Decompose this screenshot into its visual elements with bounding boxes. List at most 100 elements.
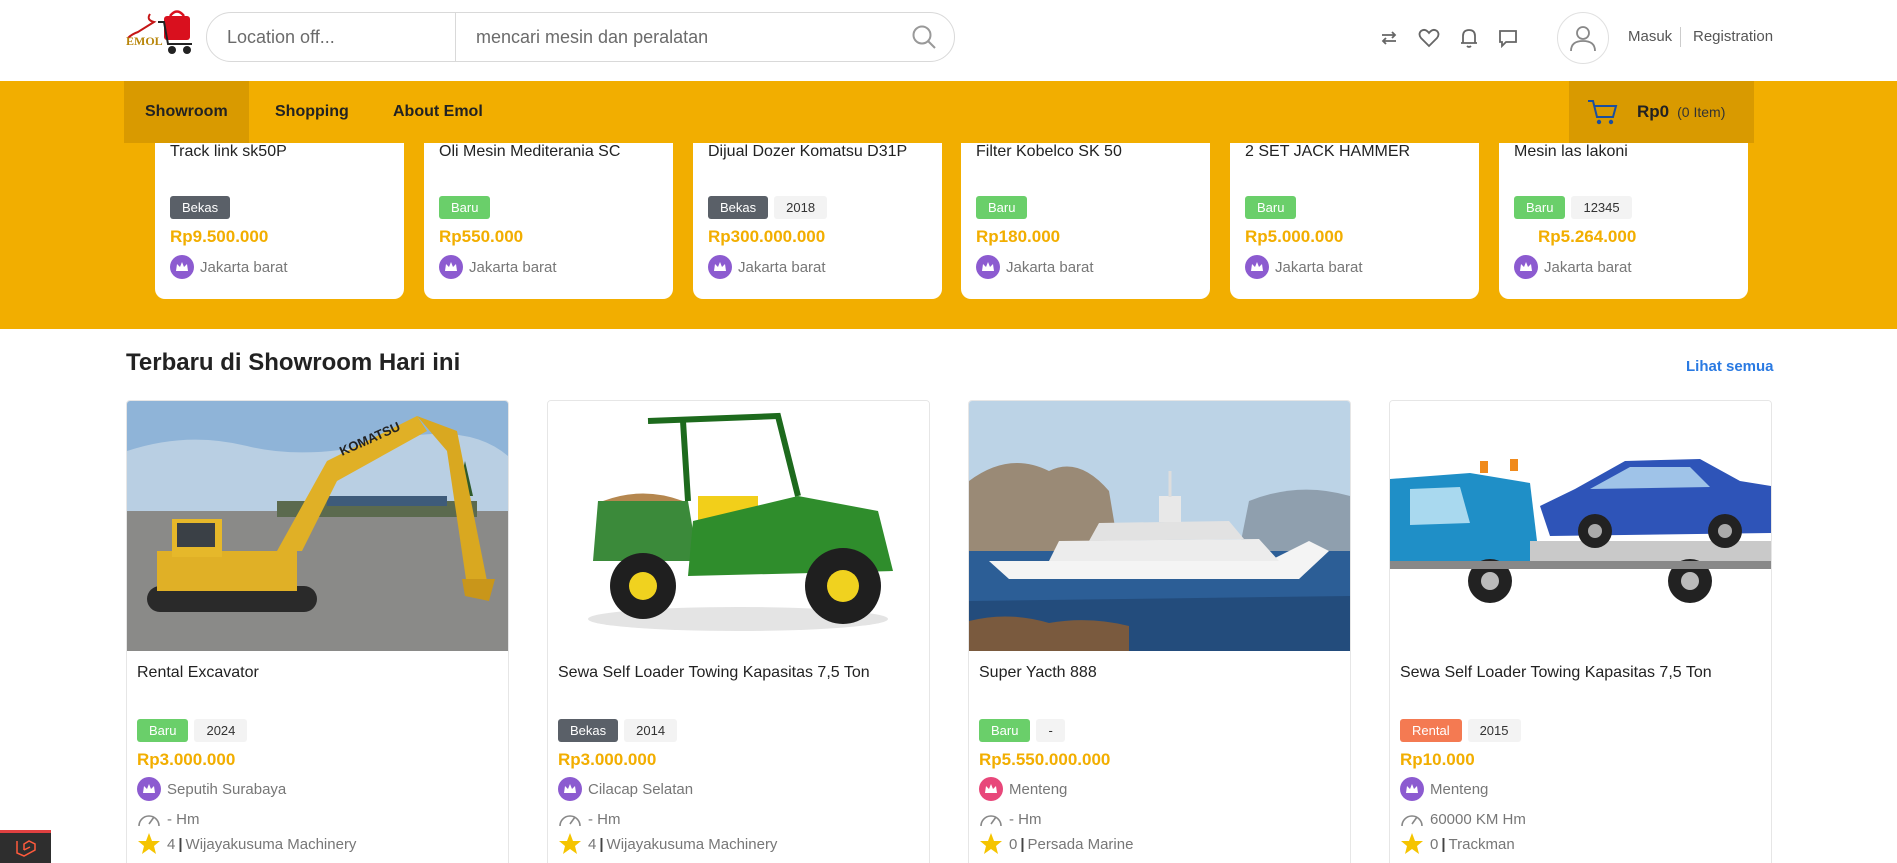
search-button[interactable] <box>894 13 954 61</box>
product-price: Rp3.000.000 <box>137 750 236 769</box>
featured-location: Jakarta barat <box>170 255 288 279</box>
featured-badges: Bekas <box>170 196 231 219</box>
product-title: Rental Excavator <box>137 664 259 681</box>
featured-location: Jakarta barat <box>976 255 1094 279</box>
compare-icon <box>1381 31 1397 45</box>
condition-badge: Bekas <box>170 196 231 219</box>
rating-label: 4 <box>167 835 176 853</box>
featured-badges: Baru <box>439 196 491 219</box>
product-title: Sewa Self Loader Towing Kapasitas 7,5 To… <box>1400 664 1712 681</box>
condition-badge: Baru <box>1245 196 1297 219</box>
cart-total: Rp0 <box>1637 102 1670 121</box>
product-seller: 4 | Wijayakusuma Machinery <box>558 832 777 856</box>
year-badge: 2015 <box>1467 719 1521 742</box>
product-location: Menteng <box>1400 777 1488 801</box>
product-hours: - Hm <box>558 807 621 831</box>
product-image-yacht <box>969 401 1350 651</box>
cart-count: (0 Item) <box>1677 104 1726 120</box>
location-label: Jakarta barat <box>1275 258 1363 276</box>
featured-badges: Baru 12345 <box>1514 196 1632 219</box>
condition-badge: Bekas <box>558 719 619 742</box>
year-badge: 2014 <box>624 719 678 742</box>
auth-divider <box>1680 27 1681 47</box>
condition-badge: Baru <box>976 196 1028 219</box>
cart-button[interactable]: Rp0 (0 Item) <box>1569 81 1754 143</box>
notification-button[interactable] <box>1456 25 1482 51</box>
seller-name[interactable]: Wijayakusuma Machinery <box>607 836 778 853</box>
compare-button[interactable] <box>1376 25 1402 51</box>
product-card[interactable]: Super Yacth 888 Baru - Rp5.550.000.000 M… <box>968 400 1351 863</box>
nav-showroom[interactable]: Showroom <box>124 81 249 143</box>
featured-title: Oli Mesin Mediterania SC <box>439 143 621 160</box>
condition-badge: Baru <box>137 719 189 742</box>
location-label: Seputih Surabaya <box>167 780 287 798</box>
product-badges: Bekas 2014 <box>558 719 678 742</box>
condition-badge: Baru <box>1514 196 1566 219</box>
featured-card[interactable]: 2 SET JACK HAMMER Baru Rp5.000.000 Jakar… <box>1230 143 1479 299</box>
wishlist-button[interactable] <box>1416 25 1442 51</box>
featured-card[interactable]: Oli Mesin Mediterania SC Baru Rp550.000 … <box>424 143 673 299</box>
product-card[interactable]: Sewa Self Loader Towing Kapasitas 7,5 To… <box>547 400 930 863</box>
seller-name[interactable]: Trackman <box>1449 836 1515 853</box>
crown-icon <box>170 255 194 279</box>
product-hours: - Hm <box>137 807 200 831</box>
location-label: Jakarta barat <box>1006 258 1094 276</box>
search-input[interactable] <box>456 13 894 61</box>
featured-card[interactable]: Dijual Dozer Komatsu D31P Bekas 2018 Rp3… <box>693 143 942 299</box>
location-label: Menteng <box>1430 780 1489 798</box>
star-icon <box>979 832 1003 856</box>
hours-label: - Hm <box>1009 810 1042 828</box>
user-avatar[interactable] <box>1557 12 1609 64</box>
featured-location: Jakarta barat <box>1245 255 1363 279</box>
hours-label: - Hm <box>167 810 200 828</box>
chat-button[interactable] <box>1495 25 1521 51</box>
product-card[interactable]: Sewa Self Loader Towing Kapasitas 7,5 To… <box>1389 400 1772 863</box>
seller-name[interactable]: Wijayakusuma Machinery <box>186 836 357 853</box>
debugbar-toggle[interactable] <box>0 830 51 863</box>
product-card[interactable]: KOMATSU Rental Excavator Baru 2024 Rp3.0… <box>126 400 509 863</box>
featured-card[interactable]: Track link sk50P Bekas Rp9.500.000 Jakar… <box>155 143 404 299</box>
condition-badge: Rental <box>1400 719 1462 742</box>
seller-name[interactable]: Persada Marine <box>1028 836 1134 853</box>
featured-card[interactable]: Mesin las lakoni Baru 12345 Rp5.264.000 … <box>1499 143 1748 299</box>
featured-title: Track link sk50P <box>170 143 287 160</box>
location-label: Jakarta barat <box>738 258 826 276</box>
rating-label: 0 <box>1009 835 1018 853</box>
product-image-utility-vehicle <box>548 401 929 651</box>
featured-location: Jakarta barat <box>439 255 557 279</box>
product-location: Menteng <box>979 777 1067 801</box>
product-badges: Baru 2024 <box>137 719 248 742</box>
bell-icon <box>1461 29 1477 48</box>
search-bar <box>206 12 955 62</box>
featured-card[interactable]: Filter Kobelco SK 50 Baru Rp180.000 Jaka… <box>961 143 1210 299</box>
cart-icon <box>1588 100 1618 125</box>
product-badges: Baru - <box>979 719 1065 742</box>
nav-shopping[interactable]: Shopping <box>275 81 349 143</box>
login-link[interactable]: Masuk <box>1628 28 1672 45</box>
register-link[interactable]: Registration <box>1693 28 1773 45</box>
location-input[interactable] <box>207 13 456 61</box>
hours-label: 60000 KM Hm <box>1430 810 1526 828</box>
emol-logo[interactable]: EMOL <box>124 10 196 56</box>
product-location: Seputih Surabaya <box>137 777 286 801</box>
featured-badges: Baru <box>1245 196 1297 219</box>
product-location: Cilacap Selatan <box>558 777 693 801</box>
featured-price: Rp5.000.000 <box>1245 227 1344 246</box>
featured-badges: Baru <box>976 196 1028 219</box>
featured-title: Filter Kobelco SK 50 <box>976 143 1122 160</box>
star-icon <box>1400 832 1424 856</box>
crown-icon <box>1400 777 1424 801</box>
year-badge: 2018 <box>774 196 828 219</box>
year-badge: - <box>1036 719 1065 742</box>
gauge-icon <box>979 807 1003 831</box>
see-all-link[interactable]: Lihat semua <box>1686 358 1774 375</box>
product-badges: Rental 2015 <box>1400 719 1521 742</box>
crown-icon <box>1514 255 1538 279</box>
crown-icon <box>558 777 582 801</box>
header: EMOL Ma <box>0 0 1897 81</box>
featured-location: Jakarta barat <box>708 255 826 279</box>
nav-about-emol[interactable]: About Emol <box>393 81 483 143</box>
location-label: Cilacap Selatan <box>588 780 694 798</box>
search-icon <box>912 25 936 49</box>
crown-icon <box>439 255 463 279</box>
